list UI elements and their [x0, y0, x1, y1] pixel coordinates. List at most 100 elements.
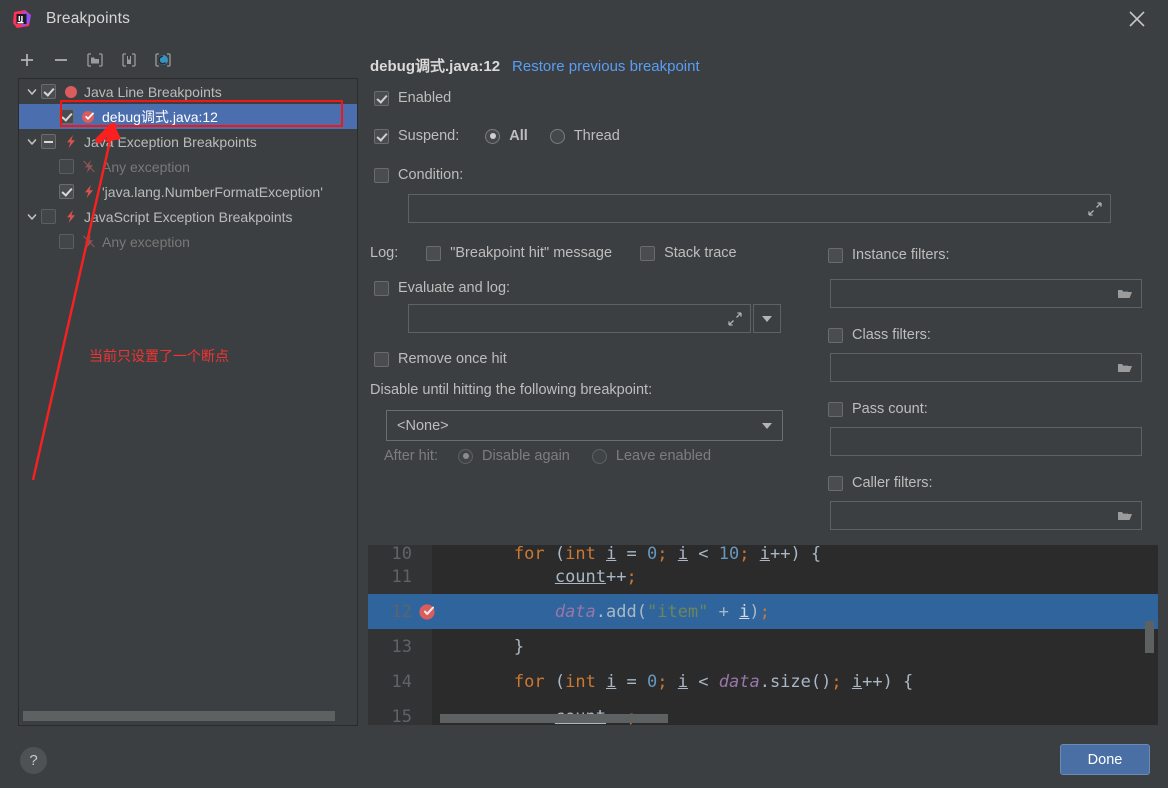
evaluate-and-log-label: Evaluate and log: — [398, 280, 511, 296]
restore-previous-breakpoint-link[interactable]: Restore previous breakpoint — [512, 58, 700, 75]
instance-filters-label: Instance filters: — [852, 247, 950, 263]
breakpoint-name: debug调式.java:12 — [370, 58, 501, 75]
code-line-highlighted: 12 data.add("item" + i); — [368, 594, 1158, 629]
folder-icon[interactable] — [1117, 361, 1133, 380]
evaluate-and-log-history-dropdown[interactable] — [753, 304, 781, 333]
pass-count-checkbox[interactable] — [828, 401, 843, 417]
code-line: 13 } — [368, 629, 1158, 664]
disable-until-breakpoint-select[interactable]: <None> — [386, 410, 783, 441]
exception-bolt-icon — [62, 134, 79, 149]
tree-node[interactable]: Java Line Breakpoints — [19, 79, 357, 104]
line-number: 15 — [391, 706, 412, 726]
chevron-down-icon — [762, 315, 772, 322]
mute-breakpoints-button[interactable] — [150, 47, 176, 73]
tree-node-label: Java Exception Breakpoints — [84, 133, 257, 150]
tree-horizontal-scrollbar[interactable] — [23, 711, 353, 721]
tree-node[interactable]: debug调式.java:12 — [19, 104, 357, 129]
caller-filters-checkbox[interactable] — [828, 475, 843, 491]
remove-once-hit-row: Remove once hit — [374, 351, 507, 367]
condition-checkbox[interactable] — [374, 167, 389, 183]
chevron-down-icon[interactable] — [23, 208, 41, 226]
evaluate-and-log-row: Evaluate and log: — [374, 280, 510, 296]
line-text: for (int i = 0; i < data.size(); i++) { — [513, 671, 914, 692]
code-line: 14 for (int i = 0; i < data.size(); i++)… — [368, 664, 1158, 699]
tree-node-checkbox[interactable] — [59, 184, 74, 199]
after-hit-leave-enabled-radio[interactable] — [591, 448, 607, 464]
breakpoint-header: debug调式.java:12 Restore previous breakpo… — [370, 55, 700, 76]
class-filters-input[interactable] — [830, 353, 1142, 382]
breakpoints-dialog: IJ Breakpoints Java Line Breakpoints deb… — [0, 0, 1168, 788]
line-number: 12 — [391, 601, 412, 622]
add-breakpoint-button[interactable] — [14, 47, 40, 73]
remove-once-hit-checkbox[interactable] — [374, 351, 389, 367]
tree-node[interactable]: Java Exception Breakpoints — [19, 129, 357, 154]
caller-filters-row: Caller filters: — [828, 475, 933, 491]
after-hit-disable-again-radio[interactable] — [458, 448, 473, 464]
remove-breakpoint-button[interactable] — [48, 47, 74, 73]
pass-count-input[interactable] — [830, 427, 1142, 456]
tree-node[interactable]: Any exception — [19, 229, 357, 254]
code-preview[interactable]: 10 for (int i = 0; i < 10; i++) { 11 cou… — [368, 545, 1158, 725]
breakpoint-verified-icon[interactable] — [418, 602, 438, 627]
title-bar: IJ Breakpoints — [0, 0, 1168, 37]
tree-node-label: JavaScript Exception Breakpoints — [84, 208, 293, 225]
line-number: 11 — [391, 566, 412, 587]
stack-trace-label: Stack trace — [664, 245, 737, 261]
tree-node-label: Any exception — [102, 158, 190, 175]
remove-once-hit-label: Remove once hit — [398, 351, 507, 367]
tree-node[interactable]: Any exception — [19, 154, 357, 179]
instance-filters-input[interactable] — [830, 279, 1142, 308]
class-filters-checkbox[interactable] — [828, 327, 843, 343]
condition-input[interactable] — [408, 194, 1111, 223]
suspend-all-radio[interactable] — [485, 128, 501, 144]
log-label: Log: — [370, 245, 399, 261]
enabled-checkbox-row[interactable]: Enabled — [374, 90, 451, 106]
disable-until-selected-value: <None> — [397, 417, 449, 434]
help-button[interactable]: ? — [20, 747, 47, 774]
chevron-down-icon[interactable] — [23, 83, 41, 101]
stack-trace-checkbox[interactable] — [640, 245, 656, 261]
evaluate-and-log-input[interactable] — [408, 304, 751, 333]
folder-icon[interactable] — [1117, 287, 1133, 306]
tree-node-checkbox[interactable] — [59, 159, 74, 174]
tree-node-checkbox[interactable] — [59, 109, 74, 124]
evaluate-and-log-checkbox[interactable] — [374, 280, 389, 296]
expand-icon[interactable] — [728, 312, 742, 326]
tree-node-checkbox[interactable] — [41, 209, 56, 224]
suspend-all-label: All — [509, 128, 528, 144]
move-to-group-button[interactable] — [116, 47, 142, 73]
pass-count-label: Pass count: — [852, 401, 928, 417]
code-vertical-scrollbar[interactable] — [1145, 621, 1154, 653]
class-filters-label: Class filters: — [852, 327, 931, 343]
line-number: 14 — [391, 671, 412, 692]
chevron-down-icon — [762, 422, 772, 429]
enabled-label: Enabled — [398, 90, 452, 106]
chevron-down-icon[interactable] — [23, 133, 41, 151]
code-horizontal-scrollbar[interactable] — [440, 714, 668, 723]
window-title: Breakpoints — [46, 9, 131, 27]
after-hit-leave-enabled-label: Leave enabled — [615, 448, 712, 464]
tree-node-checkbox[interactable] — [59, 234, 74, 249]
suspend-checkbox[interactable] — [374, 128, 389, 144]
disable-until-title: Disable until hitting the following brea… — [370, 382, 653, 398]
enabled-checkbox[interactable] — [374, 90, 389, 106]
expand-icon[interactable] — [1088, 202, 1102, 216]
done-button[interactable]: Done — [1060, 744, 1150, 775]
suspend-thread-radio[interactable] — [549, 128, 565, 144]
close-icon[interactable] — [1124, 6, 1150, 32]
breakpoints-tree[interactable]: Java Line Breakpoints debug调式.java:12 Java… — [18, 78, 358, 726]
after-hit-row: After hit: Disable again Leave enabled — [384, 448, 711, 464]
tree-node-checkbox[interactable] — [41, 84, 56, 99]
caller-filters-input[interactable] — [830, 501, 1142, 530]
tree-node[interactable]: JavaScript Exception Breakpoints — [19, 204, 357, 229]
breakpoint-dot-icon — [62, 85, 79, 99]
suspend-label: Suspend: — [398, 128, 460, 144]
condition-label: Condition: — [398, 167, 464, 183]
instance-filters-checkbox[interactable] — [828, 247, 843, 263]
tree-node[interactable]: 'java.lang.NumberFormatException' — [19, 179, 357, 204]
tree-node-checkbox[interactable] — [41, 134, 56, 149]
intellij-idea-logo-icon: IJ — [12, 9, 32, 29]
group-by-folder-button[interactable] — [82, 47, 108, 73]
breakpoint-hit-message-checkbox[interactable] — [426, 245, 442, 261]
folder-icon[interactable] — [1117, 509, 1133, 528]
